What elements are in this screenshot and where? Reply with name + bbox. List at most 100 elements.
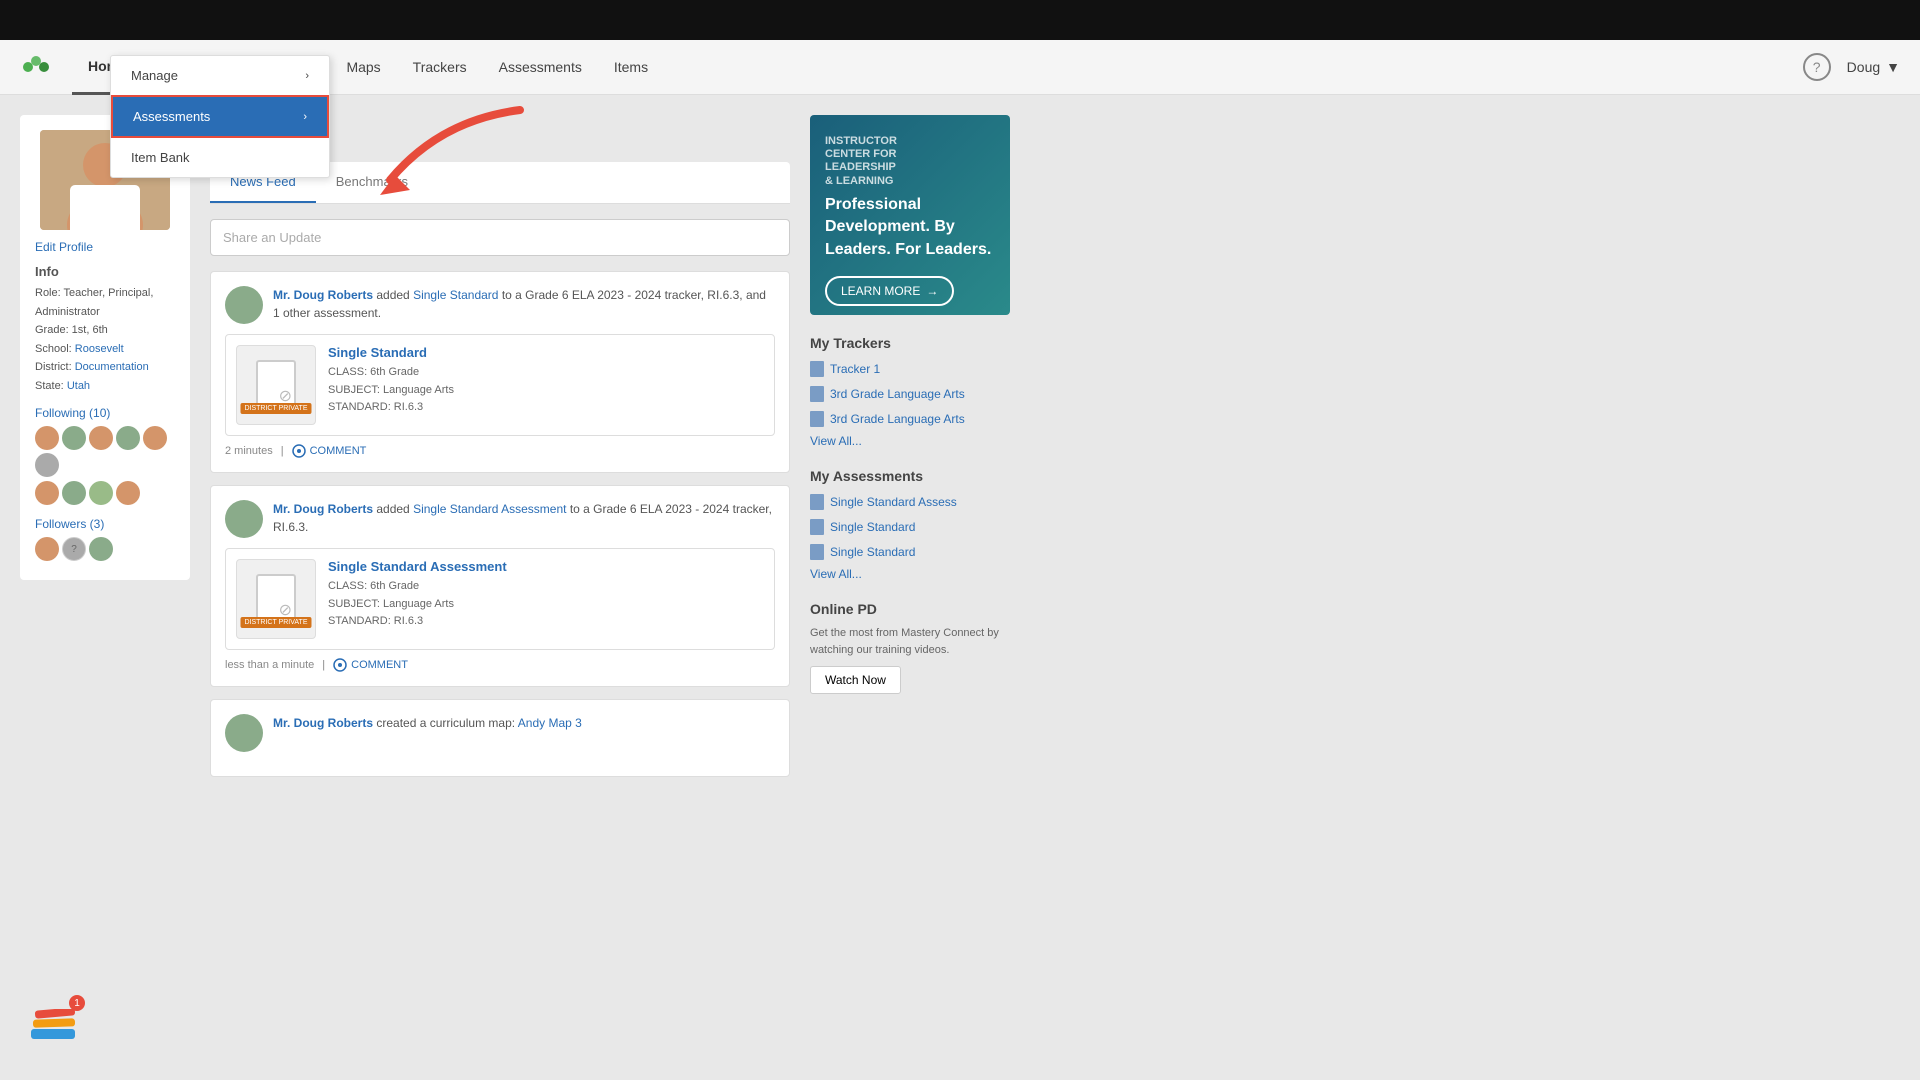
main-content: Edit Profile Info Role: Teacher, Princip…: [0, 95, 1920, 1080]
nav-assessments[interactable]: Assessments: [483, 40, 598, 95]
district-private-badge-2: DISTRICT PRIVATE: [240, 617, 311, 628]
avatar[interactable]: [89, 481, 113, 505]
followers-avatars: ?: [35, 537, 175, 561]
dropdown-item-bank[interactable]: Item Bank: [111, 138, 329, 177]
assessment-class-2: CLASS: 6th Grade: [328, 578, 507, 596]
logo[interactable]: [20, 51, 52, 83]
stack-badge: 1: [69, 995, 85, 1011]
feed-item-3: Mr. Doug Roberts created a curriculum ma…: [210, 699, 790, 777]
assessment-title-1[interactable]: Single Standard: [328, 345, 454, 360]
assess-item-3[interactable]: Single Standard: [810, 542, 1010, 562]
comment-button-1[interactable]: COMMENT: [292, 444, 367, 458]
right-sidebar: INSTRUCTOR CENTER FOR LEADERSHIP & LEARN…: [810, 115, 1010, 1060]
avatar[interactable]: [89, 537, 113, 561]
ad-title: Professional Development. By Leaders. Fo…: [825, 194, 995, 261]
tracker-item-2[interactable]: 3rd Grade Language Arts: [810, 384, 1010, 404]
feed-author-2[interactable]: Mr. Doug Roberts: [273, 502, 373, 516]
feed-avatar-1: [225, 286, 263, 324]
feed-text-3: Mr. Doug Roberts created a curriculum ma…: [273, 714, 582, 752]
feed-item-link-3[interactable]: Andy Map 3: [518, 716, 582, 730]
avatar[interactable]: [35, 537, 59, 561]
avatar[interactable]: [89, 426, 113, 450]
followers-title[interactable]: Followers (3): [35, 517, 175, 531]
doc-icon: [810, 544, 824, 560]
assess-item-1[interactable]: Single Standard Assess: [810, 492, 1010, 512]
left-sidebar: Edit Profile Info Role: Teacher, Princip…: [20, 115, 190, 1060]
help-button[interactable]: ?: [1803, 53, 1831, 81]
share-box[interactable]: Share an Update: [210, 219, 790, 256]
feed-item-1-header: Mr. Doug Roberts added Single Standard t…: [225, 286, 775, 324]
arrow-icon: →: [926, 284, 938, 298]
feed-area: Home News Feed Benchmarks Share an Updat…: [210, 115, 790, 1060]
avatar[interactable]: [35, 481, 59, 505]
avatar[interactable]: ?: [62, 537, 86, 561]
nav-items[interactable]: Items: [598, 40, 664, 95]
nav-trackers[interactable]: Trackers: [397, 40, 483, 95]
assessment-card-2: DISTRICT PRIVATE Single Standard Assessm…: [225, 548, 775, 650]
assessment-title-2[interactable]: Single Standard Assessment: [328, 559, 507, 574]
school-link[interactable]: Roosevelt: [75, 343, 124, 355]
info-section: Info Role: Teacher, Principal, Administr…: [35, 264, 175, 394]
district-private-badge-1: DISTRICT PRIVATE: [240, 403, 311, 414]
avatar[interactable]: [62, 426, 86, 450]
bottom-stack-icon[interactable]: 1: [30, 995, 85, 1050]
following-title[interactable]: Following (10): [35, 406, 175, 420]
feed-item-3-header: Mr. Doug Roberts created a curriculum ma…: [225, 714, 775, 752]
view-all-trackers-link[interactable]: View All...: [810, 434, 1010, 448]
top-bar: [0, 0, 1920, 40]
watch-now-button[interactable]: Watch Now: [810, 666, 901, 694]
following-avatars-2: [35, 481, 175, 505]
online-pd-section: Online PD Get the most from Mastery Conn…: [810, 601, 1010, 694]
assess-item-2[interactable]: Single Standard: [810, 517, 1010, 537]
view-all-assessments-link[interactable]: View All...: [810, 567, 1010, 581]
feed-footer-2: less than a minute | COMMENT: [225, 658, 775, 672]
dropdown-manage[interactable]: Manage ›: [111, 56, 329, 95]
admin-dropdown: Manage › Assessments › Item Bank: [110, 55, 330, 178]
district-link[interactable]: Documentation: [75, 361, 149, 373]
following-avatars: [35, 426, 175, 477]
state-info: State: Utah: [35, 378, 175, 395]
doc-icon: [810, 411, 824, 427]
avatar[interactable]: [62, 481, 86, 505]
feed-item-link-2[interactable]: Single Standard Assessment: [413, 502, 566, 516]
feed-avatar-2: [225, 500, 263, 538]
tab-benchmarks[interactable]: Benchmarks: [316, 162, 428, 203]
avatar[interactable]: [143, 426, 167, 450]
assessment-thumb-2: DISTRICT PRIVATE: [236, 559, 316, 639]
tracker-item-3[interactable]: 3rd Grade Language Arts: [810, 409, 1010, 429]
doc-icon: [810, 519, 824, 535]
dropdown-assessments[interactable]: Assessments ›: [111, 95, 329, 138]
role-info: Role: Teacher, Principal,: [35, 285, 175, 302]
feed-footer-1: 2 minutes | COMMENT: [225, 444, 775, 458]
doc-icon: [810, 494, 824, 510]
nav-maps[interactable]: Maps: [330, 40, 396, 95]
feed-author-3[interactable]: Mr. Doug Roberts: [273, 716, 373, 730]
feed-item-1: Mr. Doug Roberts added Single Standard t…: [210, 271, 790, 473]
nav-right: ? Doug ▼: [1803, 53, 1900, 81]
avatar[interactable]: [116, 481, 140, 505]
user-caret-icon: ▼: [1886, 59, 1900, 75]
assessment-info-2: Single Standard Assessment CLASS: 6th Gr…: [328, 559, 507, 639]
my-assessments-section: My Assessments Single Standard Assess Si…: [810, 468, 1010, 581]
user-menu-button[interactable]: Doug ▼: [1847, 59, 1900, 75]
avatar[interactable]: [116, 426, 140, 450]
avatar[interactable]: [35, 426, 59, 450]
comment-icon-2: [333, 658, 347, 672]
edit-profile-link[interactable]: Edit Profile: [35, 240, 175, 254]
assessment-subject-1: SUBJECT: Language Arts: [328, 382, 454, 400]
comment-button-2[interactable]: COMMENT: [333, 658, 408, 672]
doc-icon: [810, 386, 824, 402]
tracker-item-1[interactable]: Tracker 1: [810, 359, 1010, 379]
learn-more-button[interactable]: LEARN MORE →: [825, 276, 954, 306]
manage-chevron-icon: ›: [305, 70, 309, 82]
ad-banner: INSTRUCTOR CENTER FOR LEADERSHIP & LEARN…: [810, 115, 1010, 315]
feed-author-1[interactable]: Mr. Doug Roberts: [273, 288, 373, 302]
feed-item-link-1[interactable]: Single Standard: [413, 288, 498, 302]
avatar[interactable]: [35, 453, 59, 477]
assessment-standard-1: STANDARD: RI.6.3: [328, 399, 454, 417]
feed-time-2: less than a minute: [225, 659, 314, 671]
my-assessments-title: My Assessments: [810, 468, 1010, 484]
state-link[interactable]: Utah: [67, 380, 90, 392]
stack-icon: 1: [30, 995, 85, 1050]
feed-time-1: 2 minutes: [225, 445, 273, 457]
